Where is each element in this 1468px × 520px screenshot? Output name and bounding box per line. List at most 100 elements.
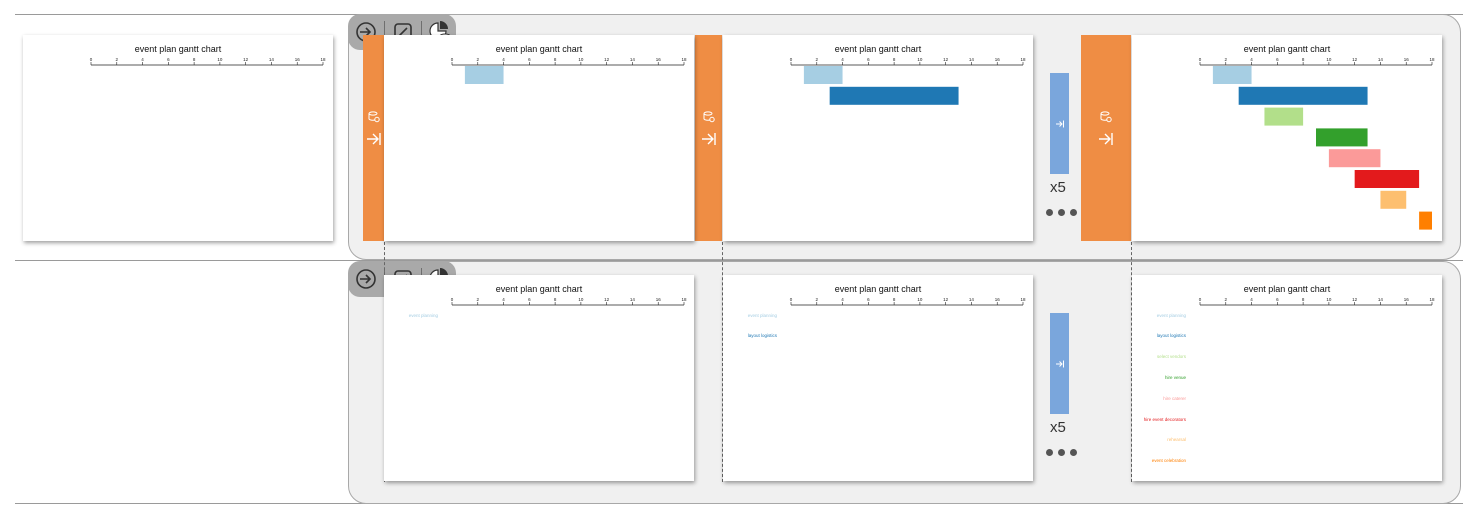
x-tick-label: 0 [90, 57, 93, 62]
x-tick-label: 6 [867, 297, 870, 302]
x-tick-label: 0 [1199, 297, 1202, 302]
database-refresh-icon [1100, 111, 1112, 123]
x-tick-label: 4 [141, 57, 144, 62]
x-tick-label: 0 [790, 297, 793, 302]
gantt-bar [1212, 66, 1252, 84]
gantt-bar [829, 86, 959, 105]
x-tick-label: 4 [502, 57, 505, 62]
arrow-to-bar-icon [1055, 120, 1064, 127]
database-refresh-icon [703, 111, 715, 123]
repeat-strip[interactable] [1050, 313, 1069, 414]
task-label: rehearsal [1167, 437, 1186, 443]
x-tick-label: 16 [656, 297, 662, 302]
x-tick-label: 2 [116, 57, 119, 62]
x-tick-label: 4 [841, 57, 844, 62]
x-tick-label: 0 [451, 57, 454, 62]
x-tick-label: 16 [995, 297, 1001, 302]
transition-strip[interactable] [695, 35, 722, 241]
x-tick-label: 16 [656, 57, 662, 62]
x-tick-label: 2 [816, 297, 819, 302]
x-tick-label: 0 [1199, 57, 1202, 62]
x-tick-label: 10 [1326, 297, 1332, 302]
enter-icon[interactable] [352, 265, 380, 293]
task-label: layout logistics [1156, 333, 1186, 339]
x-tick-label: 2 [477, 297, 480, 302]
gantt-card: event plan gantt chart 0 2 4 6 8 10 12 14 16 18 [23, 35, 333, 241]
gantt-card: event plan gantt chart 0 2 4 6 8 10 12 14 16 18 ev… [384, 275, 694, 481]
task-label: select vendors [1156, 354, 1186, 360]
x-tick-label: 4 [1250, 57, 1253, 62]
x-tick-label: 18 [1020, 297, 1026, 302]
x-tick-label: 0 [790, 57, 793, 62]
task-label: hire venue [1164, 374, 1186, 380]
x-tick-label: 6 [1276, 57, 1279, 62]
x-tick-label: 4 [841, 297, 844, 302]
task-label: event planning [408, 312, 438, 318]
x-tick-label: 10 [917, 57, 923, 62]
arrow-to-bar-icon [1055, 360, 1064, 367]
x-tick-label: 12 [943, 57, 949, 62]
gantt-plot: 0 2 4 6 8 10 12 14 16 18 [1199, 57, 1435, 230]
x-tick-label: 16 [295, 57, 301, 62]
gantt-bar [1264, 107, 1304, 126]
x-tick-label: 8 [893, 297, 896, 302]
x-tick-label: 18 [681, 57, 687, 62]
x-tick-label: 10 [578, 297, 584, 302]
gantt-plot: 0 2 4 6 8 10 12 14 16 18 [790, 297, 1026, 306]
task-label: event planning [1156, 312, 1186, 318]
x-tick-label: 14 [269, 57, 275, 62]
x-tick-label: 14 [969, 57, 975, 62]
x-tick-label: 10 [917, 297, 923, 302]
gantt-card: event plan gantt chart 0 2 4 6 8 10 12 14 16 18 [1132, 35, 1442, 241]
gantt-plot: 0 2 4 6 8 10 12 14 16 18 [90, 57, 326, 66]
x-tick-label: 16 [1404, 57, 1410, 62]
x-tick-label: 18 [1429, 57, 1435, 62]
gantt-bar [1354, 170, 1420, 188]
ellipsis-dots [1046, 449, 1086, 456]
database-refresh-icon [368, 111, 380, 123]
x-tick-label: 8 [1302, 297, 1305, 302]
x-tick-label: 2 [1225, 57, 1228, 62]
arrow-to-bar-icon [1099, 133, 1113, 145]
x-tick-label: 6 [1276, 297, 1279, 302]
x-tick-label: 2 [477, 57, 480, 62]
x-tick-label: 16 [1404, 297, 1410, 302]
x-tick-label: 18 [681, 297, 687, 302]
arrow-to-bar-icon [701, 133, 716, 145]
gantt-card: event plan gantt chart 0 2 4 6 8 10 12 14 16 18 [723, 35, 1033, 241]
arrow-to-bar-icon [366, 133, 381, 145]
x-tick-label: 8 [554, 297, 557, 302]
gantt-plot: 0 2 4 6 8 10 12 14 16 18 [790, 57, 1026, 105]
x-tick-label: 2 [816, 57, 819, 62]
x-tick-label: 6 [167, 57, 170, 62]
ellipsis-dots [1046, 209, 1086, 216]
transition-strip[interactable] [363, 35, 384, 241]
x-tick-label: 14 [1378, 57, 1384, 62]
x-tick-label: 10 [578, 57, 584, 62]
x-tick-label: 2 [1225, 297, 1228, 302]
x-tick-label: 18 [1020, 57, 1026, 62]
x-tick-label: 12 [243, 57, 249, 62]
gantt-card: event plan gantt chart 0 2 4 6 8 10 12 14 16 18 ev… [723, 275, 1033, 481]
repeat-count: x5 [1050, 179, 1066, 196]
transition-strip[interactable] [1081, 35, 1131, 241]
gantt-plot: 0 2 4 6 8 10 12 14 16 18 [451, 297, 687, 306]
task-label: event celebration [1151, 458, 1186, 464]
x-tick-label: 18 [1429, 297, 1435, 302]
gantt-card: event plan gantt chart 0 2 4 6 8 10 12 14 16 18 ev… [1132, 275, 1442, 481]
task-label: hire event decorators [1143, 416, 1186, 422]
task-label: layout logistics [747, 333, 777, 339]
x-tick-label: 14 [630, 297, 636, 302]
x-tick-label: 12 [1352, 297, 1358, 302]
x-tick-label: 12 [604, 57, 610, 62]
x-tick-label: 14 [630, 57, 636, 62]
gantt-bar [1316, 128, 1368, 147]
x-tick-label: 14 [969, 297, 975, 302]
x-tick-label: 12 [943, 297, 949, 302]
x-tick-label: 10 [217, 57, 223, 62]
x-tick-label: 18 [320, 57, 326, 62]
gantt-bar [803, 66, 843, 84]
gantt-card: event plan gantt chart 0 2 4 6 8 10 12 14 16 18 [384, 35, 694, 241]
x-tick-label: 14 [1378, 297, 1384, 302]
repeat-strip[interactable] [1050, 73, 1069, 174]
